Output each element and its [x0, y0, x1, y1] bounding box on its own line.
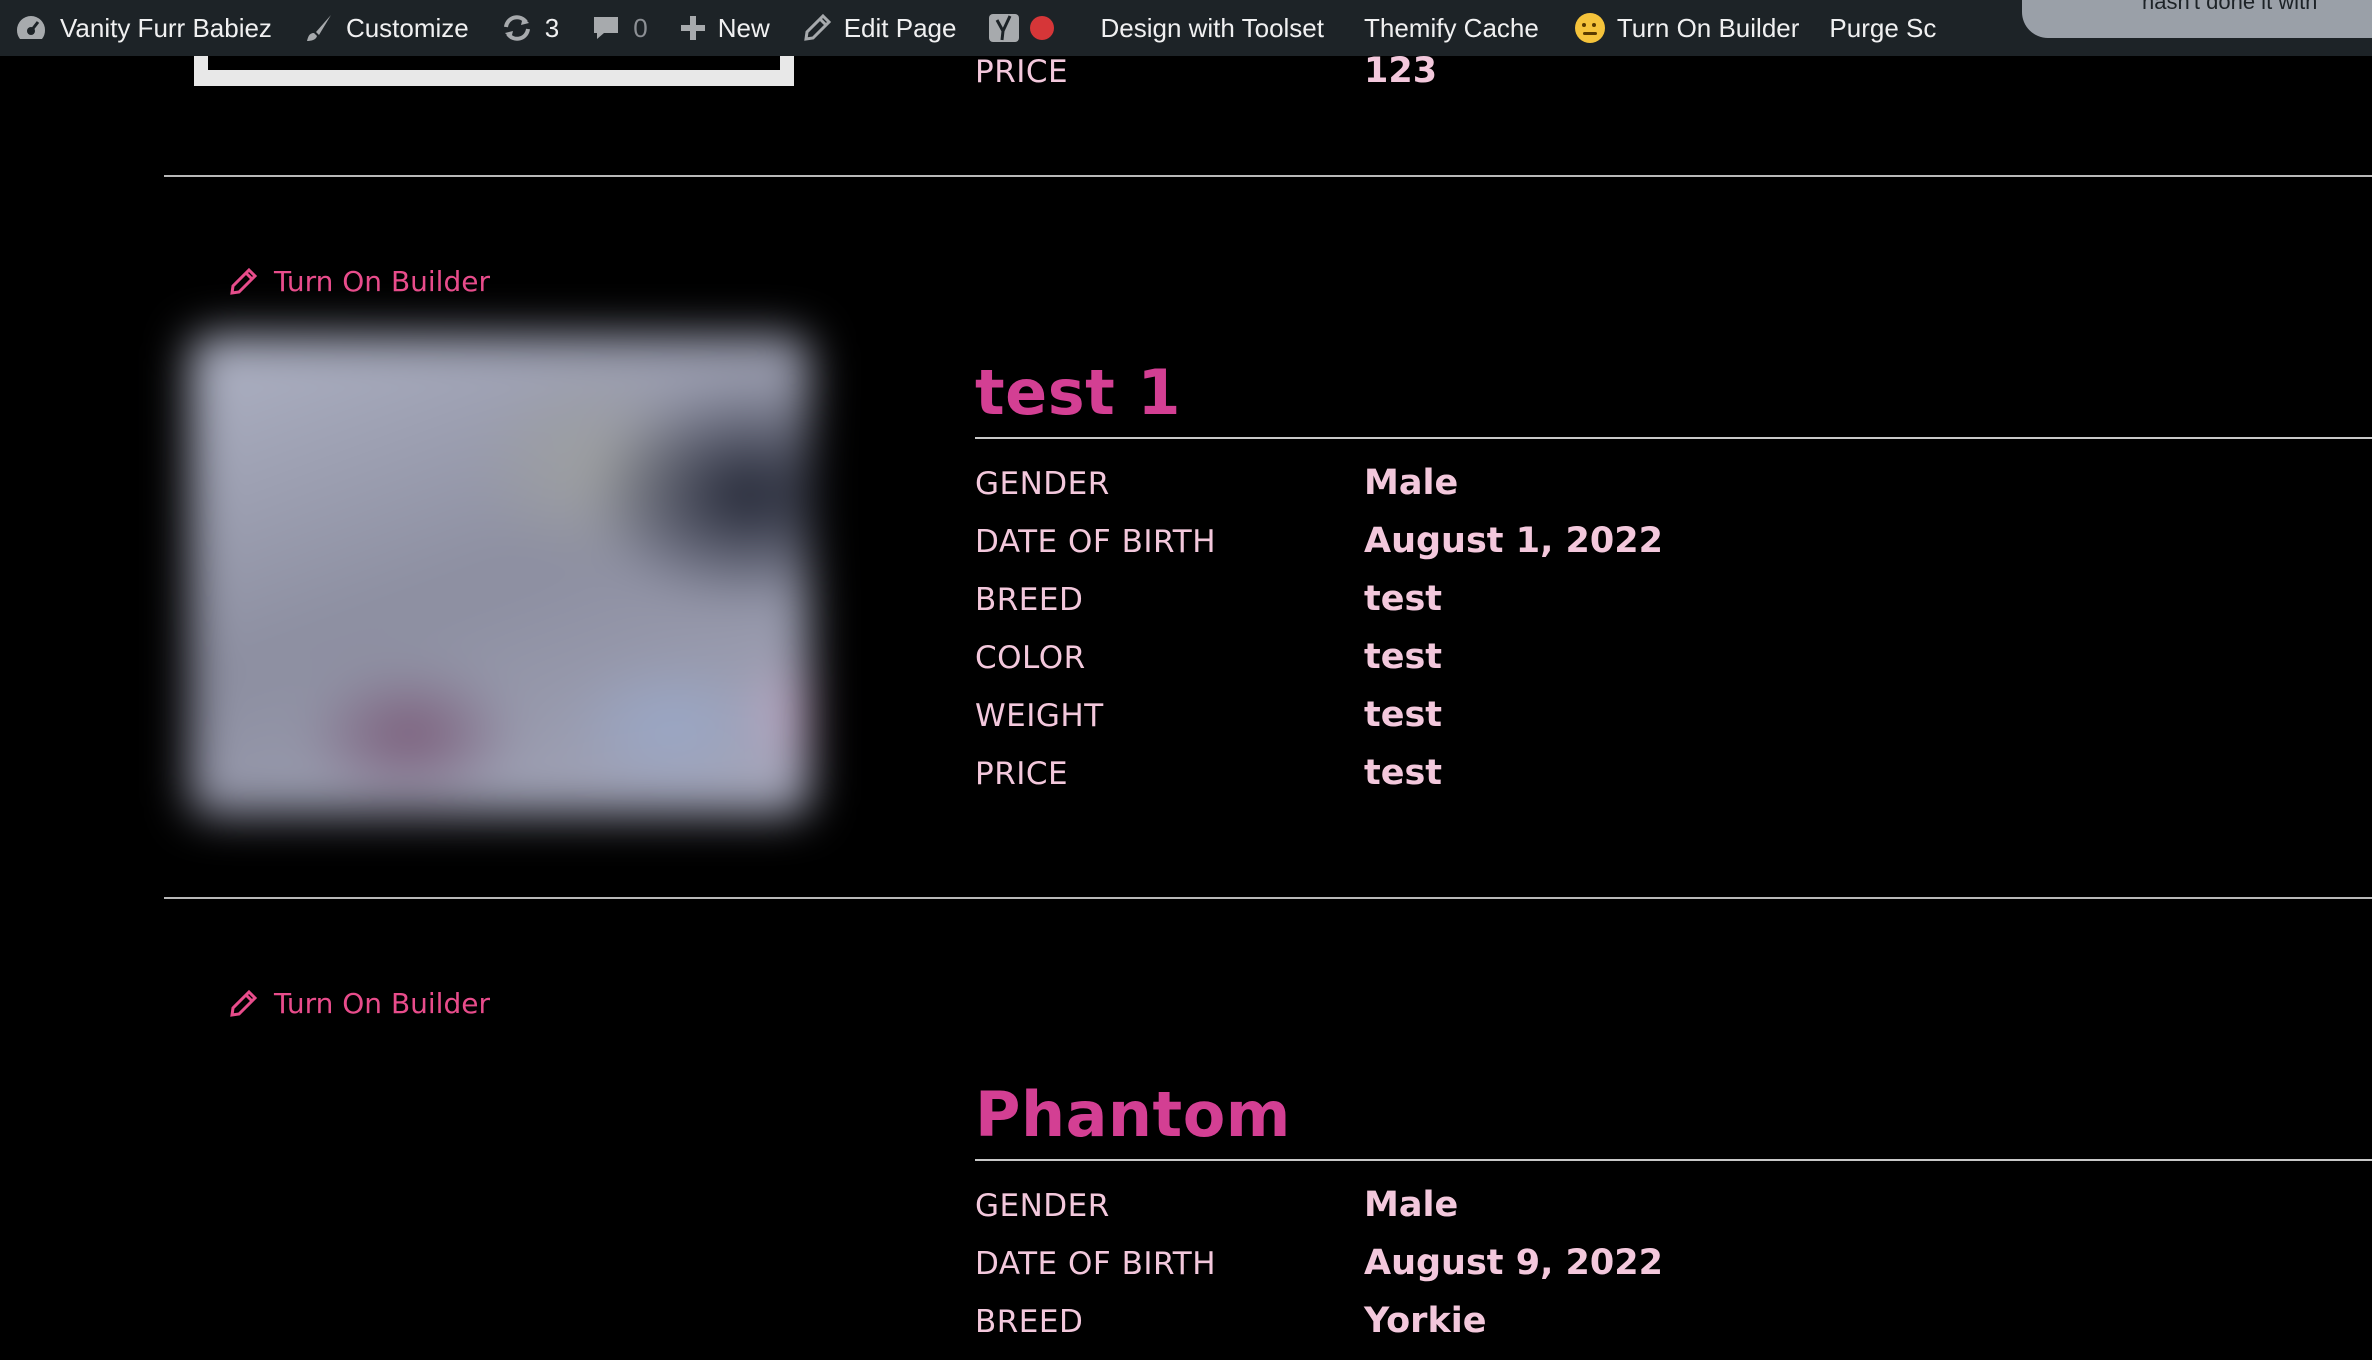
field-value-color: test: [1364, 637, 1443, 677]
entry-divider: [164, 175, 2372, 177]
dashboard-icon: [16, 16, 46, 39]
yoast-icon: [989, 14, 1020, 42]
pencil-icon: [230, 267, 258, 295]
admin-bar: Vanity Furr Babiez Customize 3 0 New Edi…: [0, 0, 2372, 56]
pencil-icon: [803, 13, 831, 41]
field-label-price: PRICE: [975, 756, 1069, 792]
field-value-breed: test: [1364, 579, 1443, 619]
field-label-date-of-birth: DATE OF BIRTH: [975, 524, 1217, 560]
seo-status-indicator[interactable]: [1026, 0, 1070, 56]
comments-link[interactable]: 0: [575, 0, 663, 56]
notification-popup[interactable]: hasn't done it with: [2022, 0, 2372, 38]
purge-label: Purge Sc: [1829, 12, 1937, 43]
notification-text: hasn't done it with: [2142, 0, 2318, 14]
field-label-weight: WEIGHT: [975, 698, 1104, 734]
purge-link[interactable]: Purge Sc: [1815, 0, 1952, 56]
customize-link[interactable]: Customize: [288, 0, 485, 56]
field-value-weight: test: [1364, 695, 1443, 735]
updates-icon: [503, 15, 530, 41]
comment-icon: [594, 17, 619, 39]
red-status-dot-icon: [1030, 16, 1055, 40]
field-label-date-of-birth: DATE OF BIRTH: [975, 1246, 1217, 1282]
title-underline: [975, 1159, 2372, 1161]
themify-cache-link[interactable]: Themify Cache: [1340, 0, 1555, 56]
design-toolset-link[interactable]: Design with Toolset: [1070, 0, 1340, 56]
brush-icon: [306, 15, 331, 41]
new-content-menu[interactable]: New: [664, 0, 786, 56]
field-value-gender: Male: [1364, 463, 1459, 503]
field-label-color: COLOR: [975, 640, 1086, 676]
field-label-breed: BREED: [975, 582, 1084, 618]
field-label-gender: GENDER: [975, 1188, 1110, 1224]
field-value-price: test: [1364, 753, 1443, 793]
entry-title[interactable]: Phantom: [975, 1078, 1291, 1151]
field-value-price: 123: [1364, 51, 1438, 91]
entry-title[interactable]: test 1: [975, 356, 1181, 429]
field-value-date-of-birth: August 9, 2022: [1364, 1243, 1663, 1283]
field-label-gender: GENDER: [975, 466, 1110, 502]
emoji-face-icon: [1574, 13, 1605, 43]
field-value-gender: Male: [1364, 1185, 1459, 1225]
pencil-icon: [230, 989, 258, 1017]
seo-menu[interactable]: [972, 0, 1026, 56]
turn-on-builder-label: Turn On Builder: [1616, 12, 1800, 43]
new-label: New: [717, 12, 770, 43]
entry-image-frame: [194, 56, 794, 86]
turn-on-builder-link[interactable]: Turn On Builder: [228, 265, 490, 298]
entry-divider: [164, 897, 2372, 899]
customize-label: Customize: [345, 12, 469, 43]
updates-link[interactable]: 3: [485, 0, 575, 56]
field-label-price: PRICE: [975, 54, 1069, 90]
turn-on-builder-link[interactable]: Turn On Builder: [228, 987, 490, 1020]
plus-icon: [680, 16, 705, 40]
field-label-breed: BREED: [975, 1304, 1084, 1340]
edit-page-label: Edit Page: [843, 12, 957, 43]
turn-on-builder-label: Turn On Builder: [274, 265, 490, 298]
turn-on-builder-label: Turn On Builder: [274, 987, 490, 1020]
themify-cache-label: Themify Cache: [1364, 12, 1539, 43]
pet-photo-blurred[interactable]: [190, 335, 810, 815]
site-name: Vanity Furr Babiez: [60, 12, 272, 43]
field-value-date-of-birth: August 1, 2022: [1364, 521, 1663, 561]
turn-on-builder-menu[interactable]: Turn On Builder: [1555, 0, 1816, 56]
edit-page-link[interactable]: Edit Page: [786, 0, 973, 56]
title-underline: [975, 437, 2372, 439]
field-value-breed: Yorkie: [1364, 1301, 1487, 1341]
comments-count: 0: [633, 12, 648, 43]
site-name-menu[interactable]: Vanity Furr Babiez: [0, 0, 288, 56]
updates-count: 3: [544, 12, 560, 43]
design-toolset-label: Design with Toolset: [1100, 12, 1324, 43]
